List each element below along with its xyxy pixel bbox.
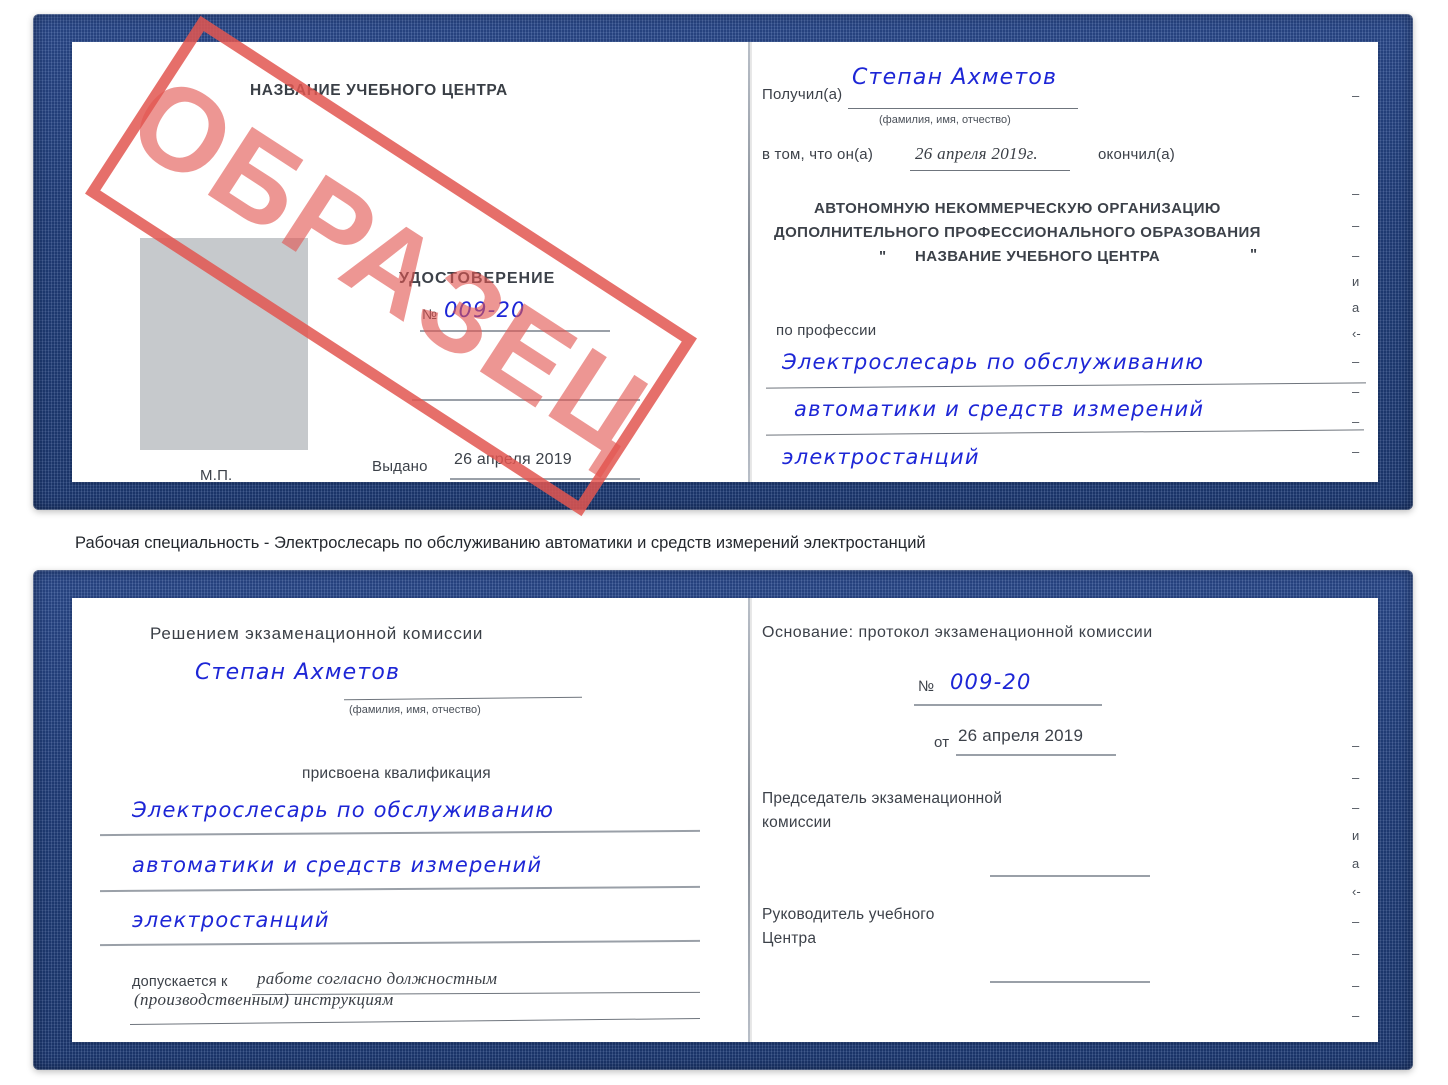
student-name-rule	[344, 696, 582, 701]
admitted-line-1: работе согласно должностным	[257, 969, 498, 988]
protocol-number-rule	[914, 704, 1102, 706]
edge-mark: –	[1352, 186, 1360, 201]
received-label: Получил(а)	[762, 86, 843, 103]
edge-mark: –	[1352, 978, 1360, 993]
top-left-page: НАЗВАНИЕ УЧЕБНОГО ЦЕНТРА УДОСТОВЕРЕНИЕ №…	[72, 42, 734, 482]
qualification-rule-2	[100, 885, 700, 893]
certificate-number-value: 009-20	[444, 298, 526, 322]
number-rule	[420, 330, 610, 332]
chairman-line-2: комиссии	[762, 814, 832, 831]
org-quote-close: "	[1250, 246, 1258, 263]
qualification-line-3: электростанций	[132, 908, 330, 932]
edge-mark: а	[1352, 300, 1360, 315]
org-line-3: НАЗВАНИЕ УЧЕБНОГО ЦЕНТРА	[915, 248, 1161, 265]
issued-date-value: 26 апреля 2019	[454, 451, 572, 468]
qualification-label: присвоена квалификация	[302, 765, 491, 782]
edge-mark: а	[1352, 856, 1360, 871]
edge-mark: –	[1352, 738, 1360, 753]
student-name-value: Степан Ахметов	[195, 660, 401, 685]
edge-mark: –	[1352, 770, 1360, 785]
edge-mark: и	[1352, 274, 1360, 289]
profession-label: по профессии	[776, 322, 877, 339]
admitted-line-2: (производственным) инструкциям	[134, 990, 394, 1009]
org-line-2: ДОПОЛНИТЕЛЬНОГО ПРОФЕССИОНАЛЬНОГО ОБРАЗО…	[774, 224, 1261, 241]
udostoverenie-title: УДОСТОВЕРЕНИЕ	[399, 270, 556, 287]
commission-decision-heading: Решением экзаменационной комиссии	[150, 624, 484, 643]
issued-label: Выдано	[372, 458, 428, 475]
org-quote-open: "	[879, 248, 887, 265]
chairman-signature-rule	[990, 875, 1150, 877]
head-line-2: Центра	[762, 930, 817, 947]
protocol-date-rule	[956, 754, 1116, 756]
seal-place-label: М.П.	[200, 467, 233, 482]
protocol-date-value: 26 апреля 2019	[958, 726, 1084, 745]
fio-hint-top: (фамилия, имя, отчество)	[879, 114, 1011, 126]
admitted-rule-2	[130, 1018, 700, 1025]
edge-mark: –	[1352, 914, 1360, 929]
edge-mark: –	[1352, 444, 1360, 459]
head-line-1: Руководитель учебного	[762, 906, 935, 923]
finished-date-value: 26 апреля 2019г.	[915, 144, 1038, 163]
finished-label: окончил(а)	[1098, 146, 1175, 163]
edge-mark: –	[1352, 800, 1360, 815]
edge-mark: –	[1352, 88, 1360, 103]
number-label: №	[422, 306, 438, 322]
qualification-line-1: Электрослесарь по обслуживанию	[132, 798, 555, 822]
profession-rule-1	[766, 382, 1366, 389]
bottom-left-page: Решением экзаменационной комиссии Степан…	[72, 598, 734, 1042]
admitted-label: допускается к	[132, 974, 228, 990]
edge-mark: ‹-	[1352, 884, 1361, 899]
protocol-date-label: от	[934, 734, 950, 751]
qualification-rule-3	[100, 939, 700, 947]
edge-mark: –	[1352, 384, 1360, 399]
protocol-number-label: №	[918, 678, 935, 695]
fio-hint-bottom: (фамилия, имя, отчество)	[349, 704, 481, 716]
qualification-rule-1	[100, 829, 700, 837]
edge-mark: и	[1352, 828, 1360, 843]
in-that-label: в том, что он(а)	[762, 146, 874, 163]
figure-caption: Рабочая специальность - Электрослесарь п…	[75, 534, 926, 552]
edge-mark: –	[1352, 1008, 1360, 1023]
certificate-bottom: Решением экзаменационной комиссии Степан…	[33, 570, 1413, 1070]
edge-mark: –	[1352, 354, 1360, 369]
protocol-number-value: 009-20	[950, 670, 1032, 694]
photo-placeholder	[140, 238, 308, 450]
blank-rule	[412, 399, 640, 401]
edge-mark: ‹-	[1352, 326, 1361, 341]
finished-date-rule	[910, 170, 1070, 171]
certificate-top-pages: НАЗВАНИЕ УЧЕБНОГО ЦЕНТРА УДОСТОВЕРЕНИЕ №…	[72, 42, 1378, 482]
edge-mark: –	[1352, 946, 1360, 961]
issued-rule	[450, 478, 640, 480]
profession-line-1: Электрослесарь по обслуживанию	[782, 350, 1205, 374]
chairman-line-1: Председатель экзаменационной	[762, 790, 1003, 807]
top-right-page: Получил(а) Степан Ахметов (фамилия, имя,…	[752, 42, 1378, 482]
certificate-top: НАЗВАНИЕ УЧЕБНОГО ЦЕНТРА УДОСТОВЕРЕНИЕ №…	[33, 14, 1413, 510]
profession-rule-2	[766, 429, 1364, 436]
basis-label: Основание: протокол экзаменационной коми…	[762, 624, 1153, 641]
org-line-1: АВТОНОМНУЮ НЕКОММЕРЧЕСКУЮ ОРГАНИЗАЦИЮ	[814, 200, 1221, 217]
edge-mark: –	[1352, 414, 1360, 429]
received-name-value: Степан Ахметов	[852, 65, 1058, 90]
profession-line-3: электростанций	[782, 445, 980, 469]
certificate-bottom-pages: Решением экзаменационной комиссии Степан…	[72, 598, 1378, 1042]
qualification-line-2: автоматики и средств измерений	[132, 853, 543, 877]
training-center-name-heading: НАЗВАНИЕ УЧЕБНОГО ЦЕНТРА	[250, 82, 508, 99]
edge-mark: –	[1352, 248, 1360, 263]
profession-line-2: автоматики и средств измерений	[794, 397, 1205, 421]
received-rule	[848, 108, 1078, 109]
head-signature-rule	[990, 981, 1150, 983]
edge-mark: –	[1352, 218, 1360, 233]
bottom-right-page: Основание: протокол экзаменационной коми…	[752, 598, 1378, 1042]
